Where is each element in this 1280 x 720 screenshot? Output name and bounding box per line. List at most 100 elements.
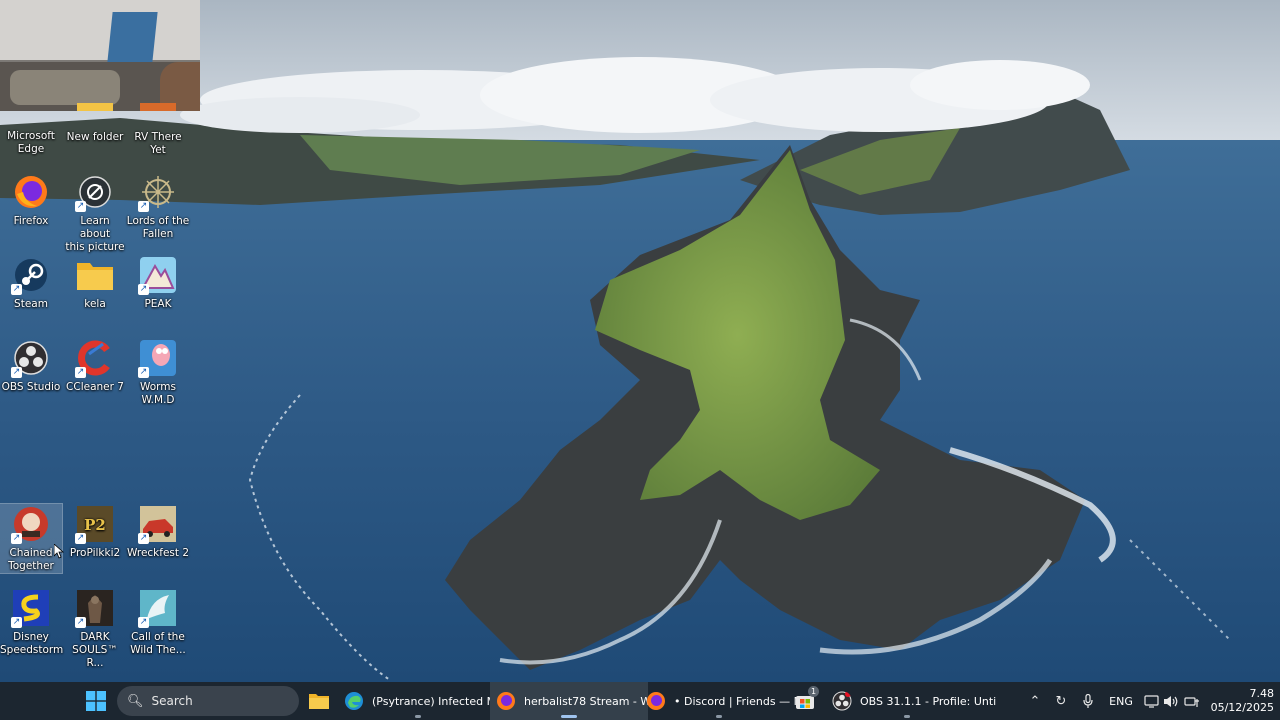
desktop-icon-label: ProPilkki2: [69, 547, 121, 559]
desktop-icon-lords-of-the-fallen[interactable]: ↗ Lords of the Fallen: [126, 172, 190, 241]
shortcut-arrow-icon: ↗: [11, 367, 22, 378]
desktop-icon-label: Disney Speedstorm: [0, 631, 64, 656]
ccleaner-icon: ↗: [75, 338, 115, 378]
taskbar-app-label: herbalist78 Stream - Wa: [524, 694, 658, 708]
desktop-icon-label: Call of the Wild The...: [130, 631, 186, 656]
shortcut-arrow-icon: ↗: [138, 201, 149, 212]
folder-icon: [309, 694, 329, 709]
start-button[interactable]: [82, 682, 110, 720]
desktop-icon-propilkki2[interactable]: P2 ↗ ProPilkki2: [64, 504, 126, 560]
speedstorm-icon: ↗: [11, 588, 51, 628]
desktop-icon-kela[interactable]: kela: [64, 255, 126, 311]
search-label: Search: [151, 694, 193, 708]
folder-icon: [75, 255, 115, 295]
sigil-icon: ↗: [138, 172, 178, 212]
shortcut-arrow-icon: ↗: [138, 367, 149, 378]
firefox-icon: [647, 692, 665, 710]
clock-time: 7.48: [1249, 687, 1275, 700]
input-language-indicator[interactable]: ENG: [1106, 682, 1136, 720]
desktop-icon-label: RV There Yet: [134, 131, 182, 156]
taskbar-app-firefox-stream[interactable]: herbalist78 Stream - Wa: [490, 682, 657, 720]
file-explorer-button[interactable]: [307, 682, 331, 720]
desktop-icon-wreckfest-2[interactable]: ↗ Wreckfest 2: [126, 504, 190, 560]
desktop-icon-label: Lords of the Fallen: [126, 215, 190, 240]
shortcut-arrow-icon: ↗: [138, 617, 149, 628]
mountain-icon: ↗: [138, 255, 178, 295]
search-icon: 🔍︎: [127, 693, 144, 709]
desktop-icon-label: Wreckfest 2: [126, 547, 190, 559]
worm-icon: ↗: [138, 338, 178, 378]
steam-icon: ↗: [11, 255, 51, 295]
desktop-icon-label: CCleaner 7: [66, 381, 124, 393]
desktop-icon-worms-wmd[interactable]: ↗ Worms W.M.D: [126, 338, 190, 407]
taskbar-app-label: • Discord | Friends — M: [674, 694, 804, 708]
svg-text:P2: P2: [84, 516, 106, 534]
firefox-icon: [11, 172, 51, 212]
fishing-icon: P2 ↗: [75, 504, 115, 544]
shortcut-arrow-icon: ↗: [75, 201, 86, 212]
game-icon: [140, 103, 176, 111]
obs-icon: [832, 691, 852, 711]
desktop-icon-label: Microsoft Edge: [7, 130, 55, 155]
camera-icon: ↗: [75, 172, 115, 212]
taskbar-search-box[interactable]: 🔍︎ Search: [117, 686, 299, 716]
taskbar: 🔍︎ Search (Psytrance) Infected Mu herbal…: [0, 682, 1280, 720]
windows-logo-icon: [86, 691, 106, 711]
shortcut-arrow-icon: ↗: [11, 533, 22, 544]
desktop-icon-call-of-the-wild[interactable]: ↗ Call of the Wild The...: [126, 588, 190, 657]
mouse-cursor-icon: [54, 544, 64, 559]
display-icon[interactable]: [1140, 682, 1162, 720]
desktop-icon-label: PEAK: [144, 298, 172, 310]
shortcut-arrow-icon: ↗: [11, 284, 22, 295]
shortcut-arrow-icon: ↗: [75, 533, 86, 544]
shortcut-arrow-icon: ↗: [75, 617, 86, 628]
store-badge: 1: [808, 686, 819, 697]
desktop-icon-label: DARK SOULS™ R...: [72, 631, 118, 669]
taskbar-clock[interactable]: 7.48 05/12/2025: [1211, 682, 1274, 720]
desktop-icon-chained-together[interactable]: ↗ Chained Together: [0, 503, 63, 574]
desktop-icon-firefox[interactable]: Firefox: [0, 172, 62, 228]
taskbar-app-edge[interactable]: (Psytrance) Infected Mu: [338, 682, 503, 720]
desktop-icon-label: Firefox: [13, 215, 49, 227]
shortcut-arrow-icon: ↗: [138, 533, 149, 544]
taskbar-app-label: (Psytrance) Infected Mu: [372, 694, 504, 708]
taskbar-app-obs[interactable]: OBS 31.1.1 - Profile: Unti: [826, 682, 996, 720]
desktop-icon-steam[interactable]: ↗ Steam: [0, 255, 62, 311]
knight-icon: ↗: [75, 588, 115, 628]
obs-icon: ↗: [11, 338, 51, 378]
microsoft-store-button[interactable]: 1: [792, 682, 819, 720]
taskbar-app-label: OBS 31.1.1 - Profile: Unti: [860, 694, 997, 708]
desktop-icon-microsoft-edge[interactable]: Microsoft Edge: [0, 103, 62, 156]
desktop-icon-peak[interactable]: ↗ PEAK: [126, 255, 190, 311]
shortcut-arrow-icon: ↗: [75, 367, 86, 378]
desktop-icon-label: OBS Studio: [1, 381, 61, 393]
desktop-icon-label: Learn about this picture: [65, 215, 125, 253]
desktop-icon-obs-studio[interactable]: ↗ OBS Studio: [0, 338, 62, 394]
desktop-icon-label: Worms W.M.D: [139, 381, 177, 406]
desktop-icon-label: kela: [84, 298, 106, 310]
taskbar-app-firefox-discord[interactable]: • Discord | Friends — M: [640, 682, 803, 720]
chain-icon: ↗: [11, 504, 51, 544]
car-icon: ↗: [138, 504, 178, 544]
desktop-icon-new-folder[interactable]: New folder: [64, 103, 126, 144]
shortcut-arrow-icon: ↗: [138, 284, 149, 295]
folder-icon: [77, 103, 113, 111]
desktop-icon-grid: Microsoft Edge New folder RV There Yet F…: [0, 0, 200, 680]
clock-date: 05/12/2025: [1210, 701, 1274, 714]
microphone-icon[interactable]: [1077, 682, 1099, 720]
desktop-icon-dark-souls[interactable]: ↗ DARK SOULS™ R...: [64, 588, 126, 670]
shortcut-arrow-icon: ↗: [11, 617, 22, 628]
network-icon[interactable]: [1181, 682, 1203, 720]
desktop-icon-ccleaner-7[interactable]: ↗ CCleaner 7: [64, 338, 126, 394]
desktop-icon-rv-there-yet[interactable]: RV There Yet: [126, 103, 190, 157]
desktop-icon-learn-about-this-picture[interactable]: ↗ Learn about this picture: [64, 172, 126, 254]
fish-icon: ↗: [138, 588, 178, 628]
firefox-icon: [497, 692, 515, 710]
volume-icon[interactable]: [1160, 682, 1182, 720]
desktop-icon-label: Steam: [14, 298, 48, 310]
show-hidden-icons-chevron-up-icon[interactable]: ⌃: [1024, 682, 1046, 720]
desktop-icon-label: New folder: [66, 131, 124, 143]
sync-icon[interactable]: ↻: [1050, 682, 1072, 720]
desktop-icon-label: Chained Together: [8, 547, 54, 572]
desktop-icon-disney-speedstorm[interactable]: ↗ Disney Speedstorm: [0, 588, 64, 657]
